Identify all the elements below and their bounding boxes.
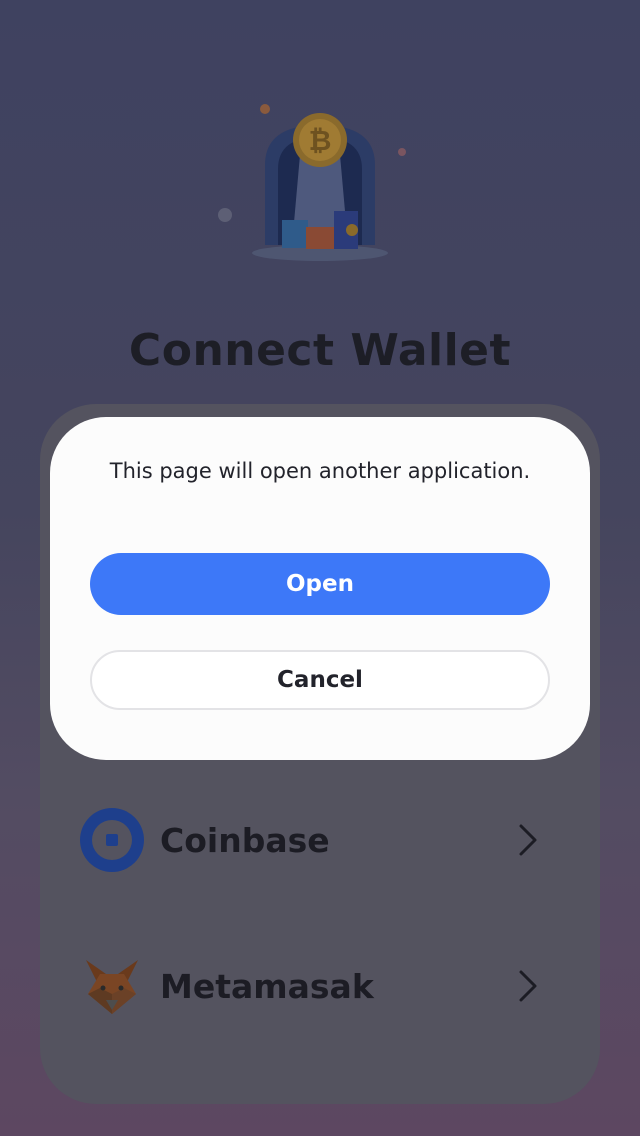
- svg-text:₿: ₿: [309, 124, 332, 157]
- wallet-option-coinbase[interactable]: Coinbase: [80, 805, 540, 875]
- wallet-name: Coinbase: [160, 820, 330, 860]
- wallet-option-metamask[interactable]: Metamasak: [80, 951, 540, 1021]
- chevron-right-icon: [519, 970, 537, 1002]
- metamask-fox-icon: [80, 954, 144, 1018]
- wallet-hero-illustration: ₿: [210, 95, 410, 270]
- open-app-dialog: This page will open another application.…: [50, 417, 590, 760]
- open-button[interactable]: Open: [90, 553, 550, 615]
- wallet-name: Metamasak: [160, 966, 374, 1006]
- cancel-button[interactable]: Cancel: [90, 650, 550, 710]
- dialog-message: This page will open another application.: [109, 459, 531, 483]
- chevron-right-icon: [519, 824, 537, 856]
- coinbase-logo-icon: [80, 808, 144, 872]
- page-title: Connect Wallet: [128, 325, 512, 376]
